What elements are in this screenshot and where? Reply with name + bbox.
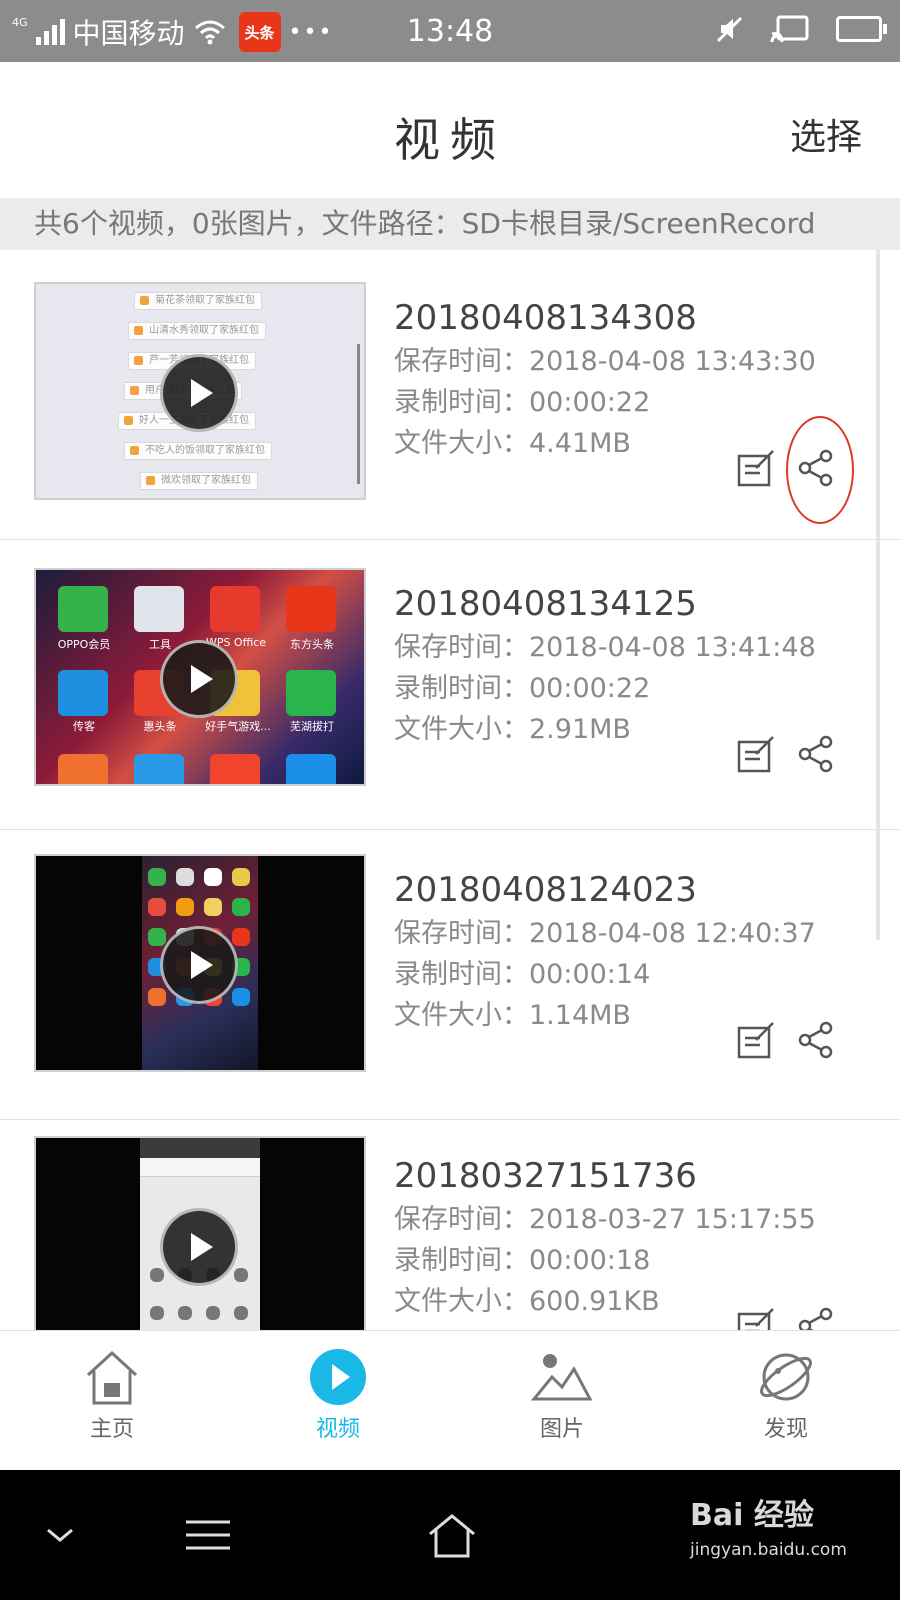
video-item[interactable]: 菊花茶领取了家族红包 山清水秀领取了家族红包 芦一芳领取了家族红包 用户领取了家… [0, 250, 900, 540]
video-file-size: 文件大小：600.91KB [394, 1286, 660, 1317]
chevron-down-icon[interactable] [30, 1510, 90, 1560]
thumb-chat-line: 微欢领取了家族红包 [140, 472, 258, 490]
video-record-duration: 录制时间：00:00:22 [394, 673, 651, 704]
bottom-tab-bar: 主页 视频 图片 发现 [0, 1330, 900, 1471]
edit-icon[interactable] [736, 734, 776, 774]
share-icon[interactable] [796, 734, 836, 774]
tab-images[interactable]: 图片 [502, 1331, 622, 1471]
tab-label: 图片 [539, 1417, 584, 1442]
video-name: 20180408124023 [394, 870, 697, 910]
video-thumbnail[interactable]: 菊花茶领取了家族红包 山清水秀领取了家族红包 芦一芳领取了家族红包 用户领取了家… [34, 282, 366, 500]
video-actions [736, 734, 836, 774]
video-save-time: 保存时间：2018-03-27 15:17:55 [394, 1204, 816, 1235]
video-file-size: 文件大小：1.14MB [394, 1000, 631, 1031]
tab-label: 视频 [315, 1417, 360, 1442]
thumb-chat-line: 菊花茶领取了家族红包 [134, 292, 262, 310]
video-name: 20180327151736 [394, 1156, 697, 1196]
select-button[interactable]: 选择 [790, 108, 862, 160]
play-circle-icon [310, 1349, 366, 1405]
cast-icon [770, 15, 809, 43]
tab-label: 主页 [89, 1417, 134, 1442]
video-name: 20180408134125 [394, 584, 697, 624]
video-name: 20180408134308 [394, 298, 697, 338]
tab-video[interactable]: 视频 [278, 1331, 398, 1471]
tab-label: 发现 [763, 1417, 808, 1442]
thumb-scrollbar [357, 344, 360, 484]
video-thumbnail[interactable] [34, 854, 366, 1072]
thumb-chat-line: 不吃人的饭领取了家族红包 [124, 442, 272, 460]
status-bar: 4G 中国移动 头条 ••• 13:48 [0, 0, 900, 62]
video-record-duration: 录制时间：00:00:18 [394, 1245, 651, 1276]
thumb-app-label: 好手气游戏... [205, 720, 271, 733]
list-scrollbar[interactable] [876, 250, 880, 940]
edit-icon[interactable] [736, 448, 776, 488]
play-icon[interactable] [160, 640, 238, 718]
highlight-circle [786, 416, 854, 524]
file-summary-bar: 共6个视频，0张图片，文件路径：SD卡根目录/ScreenRecord [0, 198, 900, 250]
home-nav-icon[interactable] [422, 1510, 482, 1560]
video-save-time: 保存时间：2018-04-08 12:40:37 [394, 918, 816, 949]
video-item[interactable]: 20180408124023 保存时间：2018-04-08 12:40:37 … [0, 830, 900, 1120]
system-nav-bar: Bai 经验 jingyan.baidu.com [0, 1470, 900, 1600]
thumb-app-label: 传客 [73, 720, 95, 733]
video-thumbnail[interactable] [34, 1136, 366, 1358]
battery-icon [836, 16, 887, 42]
video-record-duration: 录制时间：00:00:14 [394, 959, 651, 990]
planet-icon [760, 1353, 812, 1401]
thumb-app-label: 芜湖拔打 [290, 720, 334, 733]
watermark-logo: Bai 经验 [690, 1498, 814, 1533]
thumb-chat-line: 山清水秀领取了家族红包 [128, 322, 266, 340]
video-item[interactable]: OPPO会员 工具 WPS Office 东方头条 传客 惠头条 好手气游戏..… [0, 540, 900, 830]
header: 视频 选择 [0, 62, 900, 198]
video-file-size: 文件大小：4.41MB [394, 428, 631, 459]
thumb-title-bar [140, 1158, 260, 1177]
watermark-url: jingyan.baidu.com [690, 1540, 847, 1560]
video-save-time: 保存时间：2018-04-08 13:43:30 [394, 346, 816, 377]
image-icon [530, 1354, 593, 1401]
video-actions [736, 1020, 836, 1060]
video-list[interactable]: 菊花茶领取了家族红包 山清水秀领取了家族红包 芦一芳领取了家族红包 用户领取了家… [0, 250, 900, 1358]
mute-icon [716, 16, 743, 43]
play-icon[interactable] [160, 354, 238, 432]
thumb-app-label: 惠头条 [143, 720, 177, 733]
video-thumbnail[interactable]: OPPO会员 工具 WPS Office 东方头条 传客 惠头条 好手气游戏..… [34, 568, 366, 786]
video-record-duration: 录制时间：00:00:22 [394, 387, 651, 418]
video-item[interactable]: 20180327151736 保存时间：2018-03-27 15:17:55 … [0, 1120, 900, 1358]
thumb-app-label: 东方头条 [290, 638, 334, 651]
menu-icon[interactable] [178, 1510, 238, 1560]
baidu-jingyan-watermark: Bai 经验 jingyan.baidu.com [690, 1490, 870, 1580]
video-file-size: 文件大小：2.91MB [394, 714, 631, 745]
play-icon[interactable] [160, 926, 238, 1004]
tab-home[interactable]: 主页 [52, 1331, 172, 1471]
edit-icon[interactable] [736, 1020, 776, 1060]
page-title: 视频 [394, 113, 506, 167]
thumb-app-label: OPPO会员 [57, 638, 111, 651]
share-icon[interactable] [796, 1020, 836, 1060]
home-icon [86, 1350, 138, 1405]
video-save-time: 保存时间：2018-04-08 13:41:48 [394, 632, 816, 663]
tab-discover[interactable]: 发现 [726, 1331, 846, 1471]
play-icon[interactable] [160, 1208, 238, 1286]
